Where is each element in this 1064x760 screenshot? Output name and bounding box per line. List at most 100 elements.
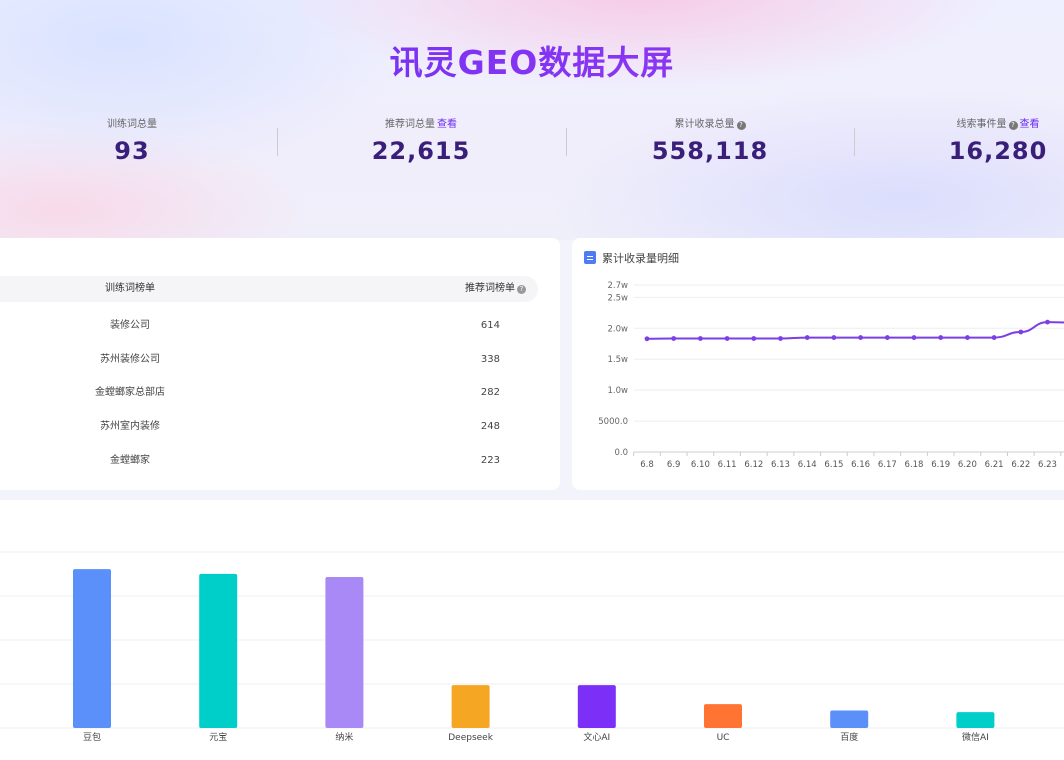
help-icon[interactable]: ? bbox=[1008, 121, 1018, 130]
ranking-table-header: 训练词榜单 推荐词榜单? bbox=[0, 276, 538, 302]
data-point bbox=[1018, 329, 1024, 335]
data-point bbox=[724, 336, 730, 341]
x-tick-label: 6.8 bbox=[640, 460, 654, 470]
table-row[interactable]: 苏州装修公司 338 bbox=[0, 350, 538, 370]
column-header-recommend[interactable]: 推荐词榜单? bbox=[465, 276, 526, 302]
keyword-cell: 金螳螂家 bbox=[110, 455, 150, 466]
x-tick-label: 6.23 bbox=[1038, 460, 1057, 470]
stat-divider bbox=[277, 128, 278, 156]
stat-divider bbox=[854, 128, 855, 156]
x-tick-label: 6.22 bbox=[1011, 460, 1030, 470]
count-cell: 614 bbox=[480, 320, 500, 331]
x-tick-label: 6.21 bbox=[985, 460, 1004, 470]
stat-label: 推荐词总量 查看 bbox=[385, 119, 457, 130]
stat-label: 累计收录总量? bbox=[610, 118, 810, 132]
x-tick-label: 6.17 bbox=[878, 460, 897, 470]
stat-label: 线索事件量? 查看 bbox=[956, 119, 1040, 130]
bar bbox=[73, 569, 111, 728]
keyword-cell: 苏州装修公司 bbox=[100, 354, 160, 365]
data-point bbox=[965, 335, 970, 340]
data-point bbox=[831, 335, 837, 340]
category-label: 纳米 bbox=[335, 731, 353, 743]
stat-value: 22,615 bbox=[371, 137, 471, 165]
y-tick-label: 5000.0 bbox=[598, 417, 628, 427]
category-label: UC bbox=[717, 733, 730, 743]
bar bbox=[325, 577, 364, 728]
bar bbox=[577, 685, 616, 728]
line-chart[interactable]: 0.0 5000.0 1.0w 1.5w 2.0w 2.5w 2.7w 6.8 6.9 6.10 6… bbox=[572, 238, 1064, 490]
x-tick-label: 6.14 bbox=[798, 460, 817, 470]
y-tick-label: 1.0w bbox=[608, 386, 629, 396]
x-tick-label: 6.9 bbox=[667, 460, 681, 470]
count-cell: 338 bbox=[480, 354, 500, 365]
x-tick-label: 6.19 bbox=[931, 460, 950, 470]
x-tick-label: 6.11 bbox=[718, 460, 737, 470]
y-tick-label: 2.7w bbox=[608, 281, 629, 291]
x-tick-label: 6.20 bbox=[958, 460, 977, 470]
data-point bbox=[938, 335, 944, 340]
y-tick-label: 2.5w bbox=[608, 293, 629, 303]
bar bbox=[199, 573, 238, 728]
help-icon[interactable]: ? bbox=[517, 285, 526, 294]
data-point bbox=[644, 336, 650, 342]
bar bbox=[956, 712, 995, 728]
table-row[interactable]: 金螳螂家总部店 282 bbox=[0, 383, 538, 403]
stat-value: 16,280 bbox=[948, 137, 1048, 165]
table-row[interactable]: 金螳螂家 223 bbox=[0, 451, 538, 471]
data-point bbox=[698, 336, 703, 341]
table-row[interactable]: 苏州室内装修 248 bbox=[0, 417, 538, 437]
y-tick-label: 2.0w bbox=[608, 324, 629, 334]
x-tick-label: 6.10 bbox=[691, 460, 710, 470]
stat-total-indexed: 累计收录总量? 558,118 bbox=[610, 118, 810, 165]
category-label: 微信AI bbox=[962, 731, 989, 743]
data-point bbox=[858, 335, 863, 340]
stat-label: 训练词总量 bbox=[107, 119, 157, 130]
category-label: 元宝 bbox=[209, 731, 227, 743]
platform-bar-card: 豆包 元宝 纳米 Deepseek 文心AI UC 百度 微信AI bbox=[0, 500, 1064, 760]
y-tick-label: 1.5w bbox=[608, 355, 629, 365]
bar-chart[interactable]: 豆包 元宝 纳米 Deepseek 文心AI UC 百度 微信AI bbox=[0, 500, 1064, 760]
x-tick-label: 6.12 bbox=[744, 460, 763, 470]
category-label: 文心AI bbox=[583, 731, 610, 743]
x-tick-label: 6.18 bbox=[905, 460, 924, 470]
count-cell: 248 bbox=[480, 421, 500, 432]
x-tick-label: 6.16 bbox=[851, 460, 870, 470]
bar bbox=[451, 685, 490, 728]
count-cell: 282 bbox=[480, 387, 500, 398]
data-point bbox=[751, 336, 757, 341]
stat-value: 93 bbox=[114, 137, 150, 165]
keyword-cell: 金螳螂家总部店 bbox=[95, 387, 165, 398]
keyword-cell: 苏州室内装修 bbox=[100, 421, 160, 432]
count-cell: 223 bbox=[480, 455, 500, 466]
stat-divider bbox=[566, 128, 567, 156]
view-recommend-link[interactable]: 查看 bbox=[437, 119, 457, 130]
stat-value: 558,118 bbox=[651, 137, 769, 165]
category-label: 豆包 bbox=[83, 731, 101, 743]
view-leads-link[interactable]: 查看 bbox=[1020, 119, 1040, 130]
x-tick-label: 6.15 bbox=[824, 460, 843, 470]
page-title: 讯灵GEO数据大屏 bbox=[0, 36, 1064, 84]
ranking-card: 训练词榜单 推荐词榜单? 装修公司 614 苏州装修公司 338 金螳螂家总部店… bbox=[0, 238, 560, 490]
category-label: Deepseek bbox=[448, 733, 493, 743]
stat-recommend-words: 推荐词总量 查看 22,615 bbox=[321, 118, 521, 165]
stat-lead-events: 线索事件量? 查看 16,280 bbox=[898, 118, 1064, 165]
series-line bbox=[646, 321, 1064, 340]
help-icon[interactable]: ? bbox=[736, 121, 746, 130]
column-header-training[interactable]: 训练词榜单 bbox=[50, 276, 210, 302]
data-point bbox=[884, 335, 890, 340]
table-row[interactable]: 装修公司 614 bbox=[0, 316, 538, 336]
bar bbox=[830, 710, 869, 728]
data-point bbox=[1045, 319, 1050, 325]
bar bbox=[704, 704, 742, 728]
data-point bbox=[991, 335, 997, 340]
data-point bbox=[778, 336, 783, 341]
data-point bbox=[804, 335, 810, 340]
data-point bbox=[671, 336, 677, 341]
stat-training-words: 训练词总量 93 bbox=[32, 118, 232, 165]
indexed-detail-card: 累计收录量明细 0.0 5000.0 1.0w 1.5w 2.0w 2.5w 2.7w 6.8… bbox=[572, 238, 1064, 490]
data-point bbox=[911, 335, 917, 340]
keyword-cell: 装修公司 bbox=[110, 320, 150, 331]
y-tick-label: 0.0 bbox=[614, 448, 628, 458]
x-tick-label: 6.13 bbox=[771, 460, 790, 470]
category-label: 百度 bbox=[840, 731, 858, 743]
